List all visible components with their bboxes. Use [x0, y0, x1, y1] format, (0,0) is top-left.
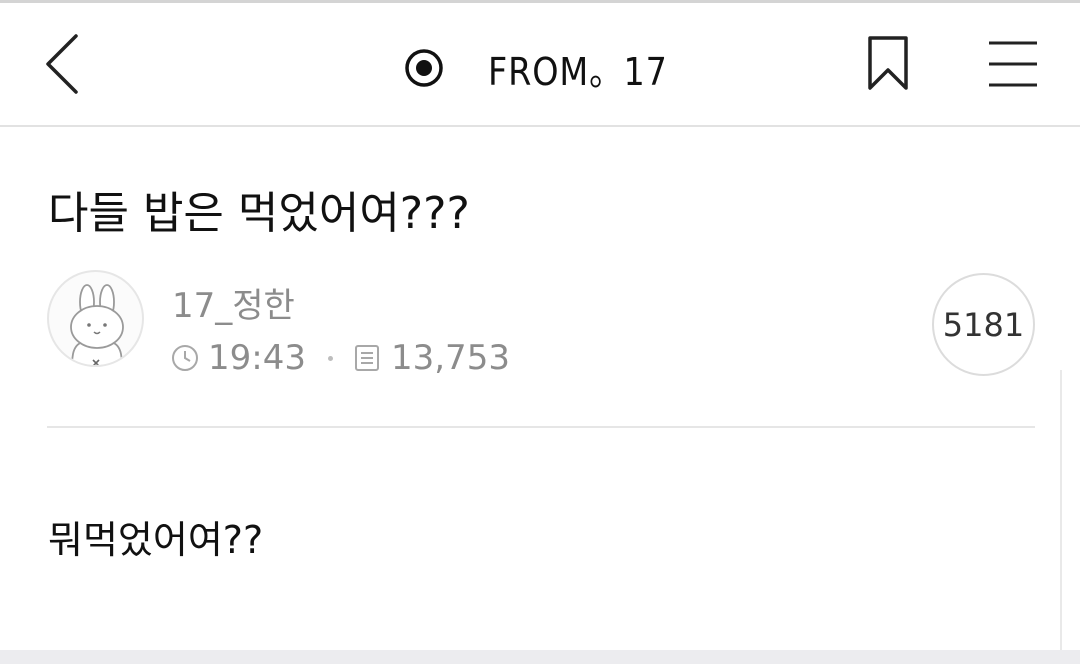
scrollbar-track	[1060, 370, 1062, 650]
meta-separator	[327, 355, 333, 361]
post-time: 19:43	[208, 338, 306, 378]
brand-name: FROM。17	[488, 49, 668, 94]
bunny-avatar-icon	[70, 284, 124, 365]
post-meta: 19:43 13,753	[170, 336, 510, 380]
header-divider	[47, 426, 1035, 428]
bottom-strip	[0, 650, 1080, 664]
avatar[interactable]	[47, 270, 144, 367]
top-nav-bar: FROM。17	[0, 0, 1080, 127]
comment-count-badge[interactable]: 5181	[932, 273, 1035, 376]
brand[interactable]: FROM。17	[402, 38, 692, 98]
post-body: 뭐먹었어여??	[48, 518, 264, 562]
bookmark-button[interactable]	[862, 34, 914, 94]
post-page: FROM。17 다들 밥은 먹었어여??? 17_정한 19:43 13,753…	[0, 0, 1080, 664]
chevron-left-icon	[46, 34, 78, 94]
hamburger-menu-icon	[989, 41, 1037, 87]
document-icon	[354, 345, 379, 371]
bookmark-icon	[868, 36, 908, 90]
back-button[interactable]	[38, 30, 88, 100]
top-edge-line	[0, 0, 1080, 3]
post-title: 다들 밥은 먹었어여???	[48, 188, 470, 239]
clock-icon	[172, 345, 198, 371]
view-count: 13,753	[390, 338, 510, 378]
radio-dot-icon	[405, 49, 443, 87]
author-name[interactable]: 17_정한	[172, 278, 295, 327]
menu-button[interactable]	[985, 40, 1041, 88]
